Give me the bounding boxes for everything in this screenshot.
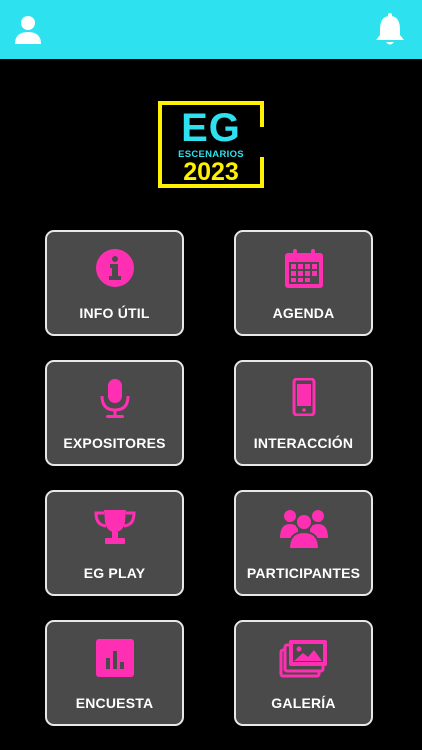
info-icon — [95, 249, 134, 287]
menu-tile-label: GALERÍA — [271, 695, 336, 711]
menu-tile-encuesta[interactable]: ENCUESTA — [45, 620, 184, 726]
menu-tile-participantes[interactable]: PARTICIPANTES — [234, 490, 373, 596]
logo-year: 2023 — [183, 158, 239, 186]
menu-tile-expositores[interactable]: EXPOSITORES — [45, 360, 184, 466]
menu-tile-label: EXPOSITORES — [63, 435, 166, 451]
logo-title: EG — [181, 106, 241, 150]
menu-tile-label: PARTICIPANTES — [246, 565, 361, 581]
event-logo: EG ESCENARIOS 2023 — [158, 101, 268, 188]
menu-tile-agenda[interactable]: AGENDA — [234, 230, 373, 336]
gallery-icon — [279, 640, 327, 678]
menu-tile-label: INFO ÚTIL — [79, 305, 150, 321]
menu-tile-galeria[interactable]: GALERÍA — [234, 620, 373, 726]
users-icon — [279, 510, 328, 550]
menu-tile-eg-play[interactable]: EG PLAY — [45, 490, 184, 596]
menu-tile-label: INTERACCIÓN — [253, 435, 354, 451]
bell-icon[interactable] — [374, 13, 406, 46]
microphone-icon — [100, 379, 129, 418]
smartphone-icon — [292, 378, 315, 416]
top-bar — [0, 0, 422, 59]
menu-tile-info-util[interactable]: INFO ÚTIL — [45, 230, 184, 336]
menu-tile-label: EG PLAY — [83, 565, 146, 581]
calendar-icon — [284, 249, 323, 288]
trophy-icon — [93, 510, 136, 544]
bar-chart-icon — [95, 639, 134, 677]
user-icon[interactable] — [14, 15, 42, 45]
menu-tile-label: AGENDA — [272, 305, 335, 321]
menu-tile-interaccion[interactable]: INTERACCIÓN — [234, 360, 373, 466]
menu-tile-label: ENCUESTA — [75, 695, 154, 711]
